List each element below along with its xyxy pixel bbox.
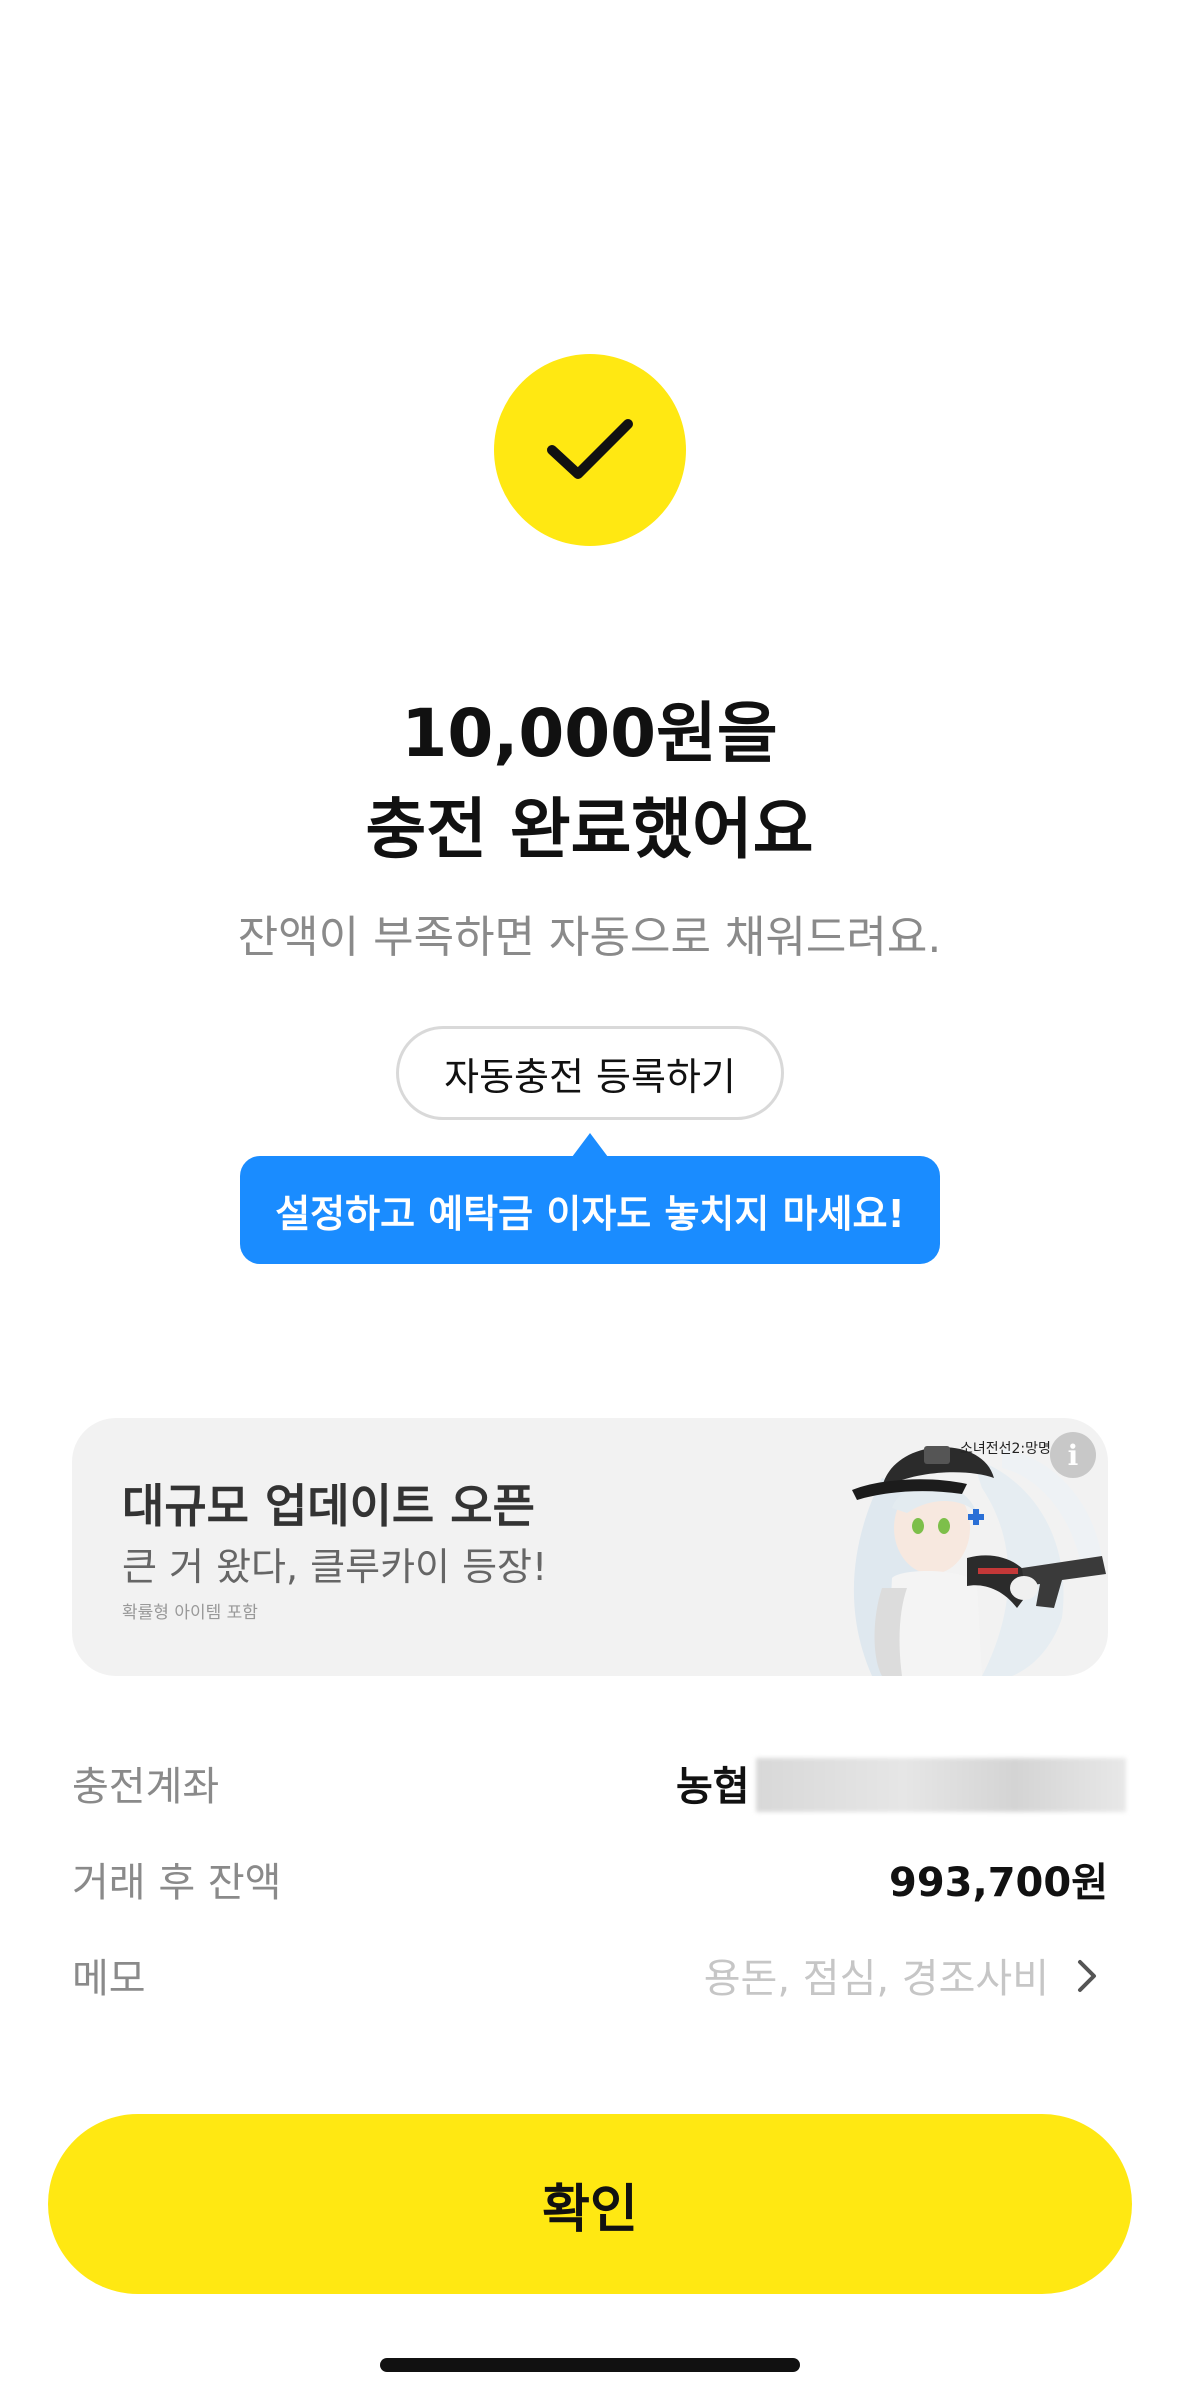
account-bank: 농협	[676, 1764, 750, 1810]
title-message: 충전 완료했어요	[365, 791, 814, 868]
banner-game-logo: 소녀전선2:망명	[960, 1441, 1051, 1457]
promo-banner[interactable]: 대규모 업데이트 오픈 큰 거 왔다, 클루카이 등장! 확률형 아이템 포함	[72, 1418, 1108, 1676]
checkmark-icon	[547, 419, 633, 479]
home-indicator	[380, 2358, 800, 2372]
balance-label: 거래 후 잔액	[72, 1860, 282, 1906]
banner-title: 대규모 업데이트 오픈	[122, 1479, 535, 1533]
result-subtitle: 잔액이 부족하면 자동으로 채워드려요.	[237, 912, 942, 963]
tooltip-arrow	[572, 1133, 608, 1157]
confirm-button[interactable]: 확인	[48, 2114, 1132, 2294]
charge-complete-screen: 10,000원을 충전 완료했어요 잔액이 부족하면 자동으로 채워드려요. 자…	[0, 0, 1179, 2396]
success-badge	[494, 354, 686, 546]
chevron-right-icon[interactable]	[1072, 1956, 1102, 1996]
memo-input[interactable]: 용돈, 점심, 경조사비	[704, 1946, 1049, 2004]
result-title: 10,000원을 충전 완료했어요	[0, 686, 1179, 878]
account-label: 충전계좌	[72, 1764, 220, 1810]
account-number-redacted	[756, 1758, 1126, 1812]
auto-charge-register-button[interactable]: 자동충전 등록하기	[396, 1026, 784, 1120]
memo-label: 메모	[72, 1956, 146, 2002]
info-icon[interactable]: i	[1050, 1432, 1096, 1478]
title-amount: 10,000원을	[401, 695, 778, 772]
banner-note: 확률형 아이템 포함	[122, 1603, 258, 1623]
balance-value: 993,700원	[889, 1860, 1108, 1906]
auto-charge-tooltip: 설정하고 예탁금 이자도 놓치지 마세요!	[240, 1156, 940, 1264]
banner-subtitle: 큰 거 왔다, 클루카이 등장!	[122, 1545, 548, 1589]
